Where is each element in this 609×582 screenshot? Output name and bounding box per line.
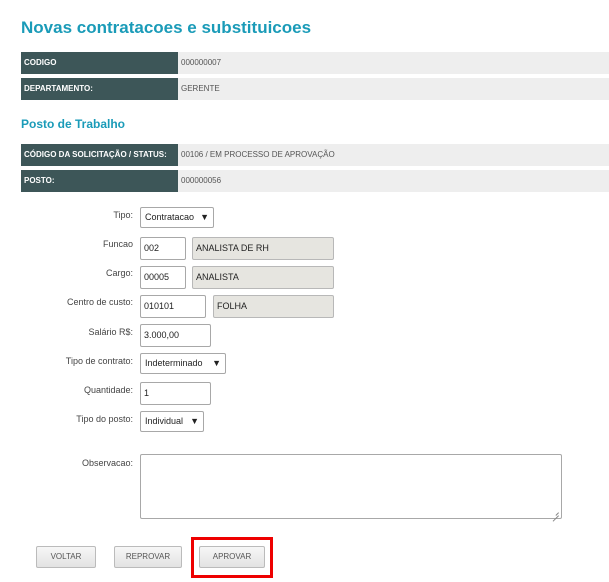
info-row-solicitacao: CÓDIGO DA SOLICITAÇÃO / STATUS: 00106 / … [21, 144, 609, 166]
info-row-codigo: CODIGO 000000007 [21, 52, 609, 74]
funcao-code-input[interactable]: 002 [140, 237, 186, 260]
cargo-desc-field: ANALISTA [192, 266, 334, 289]
tipo-contrato-select-value: Indeterminado [145, 358, 203, 368]
reprovar-button[interactable]: REPROVAR [114, 546, 182, 568]
observacao-label: Observacao: [81, 458, 133, 468]
voltar-button[interactable]: VOLTAR [36, 546, 96, 568]
dropdown-arrow-icon: ▼ [200, 212, 209, 222]
section-title: Posto de Trabalho [21, 117, 126, 131]
posto-label: POSTO: [21, 170, 178, 192]
centro-custo-desc-field: FOLHA [213, 295, 334, 318]
tipo-posto-select-value: Individual [145, 416, 184, 426]
dropdown-arrow-icon: ▼ [190, 416, 199, 426]
centro-custo-label: Centro de custo: [66, 297, 133, 307]
departamento-value: GERENTE [181, 84, 220, 93]
salario-label: Salário R$: [88, 327, 133, 337]
info-row-departamento: DEPARTAMENTO: GERENTE [21, 78, 609, 100]
info-row-posto: POSTO: 000000056 [21, 170, 609, 192]
tipo-select-value: Contratacao [145, 212, 195, 222]
codigo-label: CODIGO [21, 52, 178, 74]
dropdown-arrow-icon: ▼ [212, 358, 221, 368]
observacao-textarea[interactable] [140, 454, 562, 519]
tipo-posto-label: Tipo do posto: [76, 414, 133, 424]
tipo-contrato-select[interactable]: Indeterminado ▼ [140, 353, 226, 374]
codigo-value: 000000007 [181, 58, 222, 67]
resize-grip-icon[interactable] [553, 510, 559, 516]
quantidade-input[interactable]: 1 [140, 382, 211, 405]
cargo-label: Cargo: [105, 268, 133, 278]
solicitacao-label: CÓDIGO DA SOLICITAÇÃO / STATUS: [21, 144, 178, 166]
quantidade-label: Quantidade: [83, 385, 133, 395]
centro-custo-code-input[interactable]: 010101 [140, 295, 206, 318]
cargo-code-input[interactable]: 00005 [140, 266, 186, 289]
tipo-label: Tipo: [113, 210, 133, 220]
departamento-label: DEPARTAMENTO: [21, 78, 178, 100]
posto-value: 000000056 [181, 176, 222, 185]
tipo-posto-select[interactable]: Individual ▼ [140, 411, 204, 432]
funcao-label: Funcao [102, 239, 133, 249]
solicitacao-value: 00106 / EM PROCESSO DE APROVAÇÃO [181, 150, 335, 159]
funcao-desc-field: ANALISTA DE RH [192, 237, 334, 260]
page-title: Novas contratacoes e substituicoes [21, 18, 312, 37]
tipo-contrato-label: Tipo de contrato: [65, 356, 133, 366]
aprovar-highlight-box [191, 537, 273, 578]
salario-input[interactable]: 3.000,00 [140, 324, 211, 347]
tipo-select[interactable]: Contratacao ▼ [140, 207, 214, 228]
